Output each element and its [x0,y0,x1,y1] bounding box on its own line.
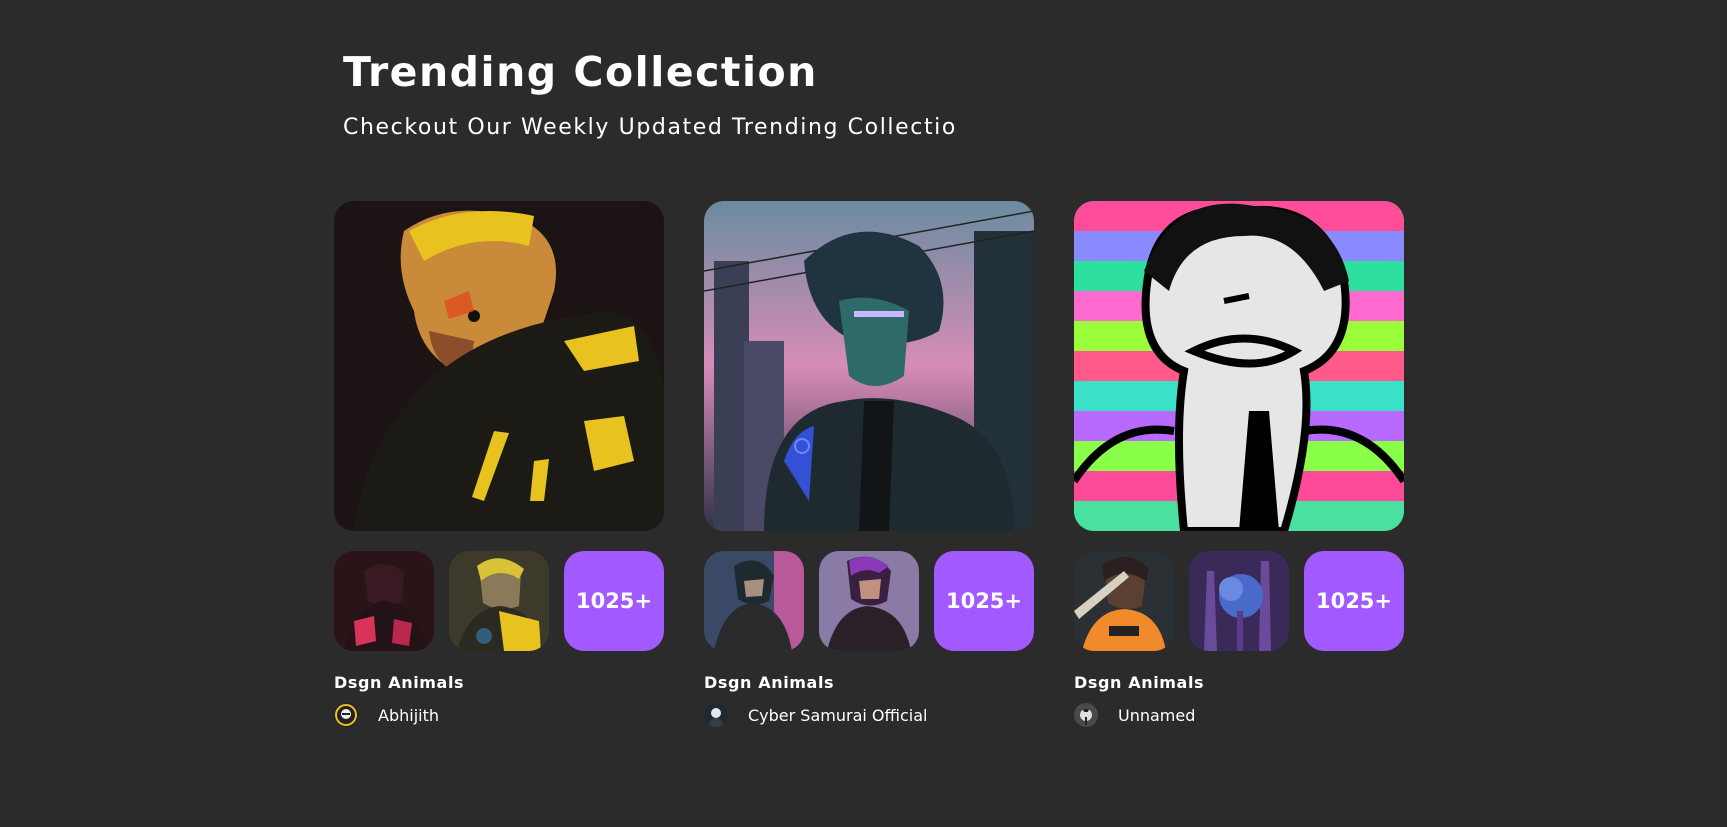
artist-name[interactable]: Cyber Samurai Official [748,706,927,725]
collection-thumbnail[interactable] [1189,551,1289,651]
artist-name[interactable]: Unnamed [1118,706,1195,725]
collection-card[interactable]: 1025+ Dsgn Animals Unnamed [1074,201,1404,731]
collection-name[interactable]: Dsgn Animals [334,673,464,692]
section-subtitle: Checkout Our Weekly Updated Trending Col… [343,115,957,140]
artist-info[interactable]: Cyber Samurai Official [704,703,927,727]
collection-count-button[interactable]: 1025+ [1304,551,1404,651]
collection-thumbnail[interactable] [819,551,919,651]
collection-thumbnail[interactable] [449,551,549,651]
collection-thumbnail[interactable] [334,551,434,651]
collection-count-button[interactable]: 1025+ [564,551,664,651]
collection-count-button[interactable]: 1025+ [934,551,1034,651]
collection-card[interactable]: 1025+ Dsgn Animals Abhijith [334,201,664,731]
artist-avatar[interactable] [1074,703,1098,727]
artist-name[interactable]: Abhijith [378,706,439,725]
collection-thumbnail[interactable] [1074,551,1174,651]
collection-hero-image[interactable] [704,201,1034,531]
section-title: Trending Collection [343,48,818,96]
collection-hero-image[interactable] [1074,201,1404,531]
collection-card[interactable]: 1025+ Dsgn Animals Cyber Samurai Officia… [704,201,1034,731]
collection-name[interactable]: Dsgn Animals [1074,673,1204,692]
artist-avatar[interactable] [334,703,358,727]
trending-collection-section: Trending Collection Checkout Our Weekly … [334,0,1404,827]
collection-thumbnail[interactable] [704,551,804,651]
collection-name[interactable]: Dsgn Animals [704,673,834,692]
collection-hero-image[interactable] [334,201,664,531]
artist-info[interactable]: Abhijith [334,703,439,727]
artist-info[interactable]: Unnamed [1074,703,1195,727]
artist-avatar[interactable] [704,703,728,727]
